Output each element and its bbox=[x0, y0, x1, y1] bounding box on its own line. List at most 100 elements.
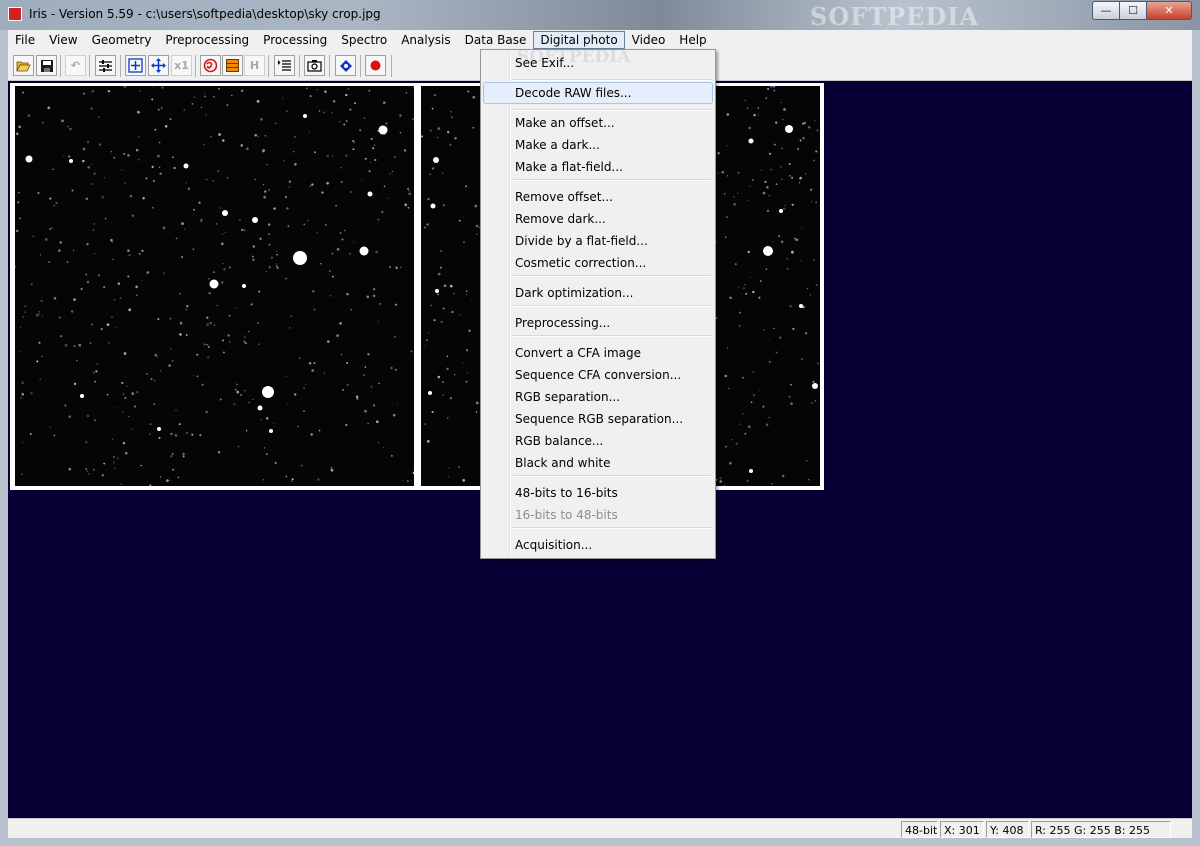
faint-star bbox=[179, 292, 181, 295]
record-button[interactable] bbox=[365, 55, 386, 76]
faint-star bbox=[475, 224, 479, 228]
star-image-left[interactable] bbox=[15, 86, 414, 486]
zoom-x1-button[interactable]: x1 bbox=[171, 55, 192, 76]
faint-star bbox=[402, 479, 404, 481]
faint-star bbox=[221, 233, 224, 236]
menu-video[interactable]: Video bbox=[625, 31, 673, 49]
menu-item-dark-optimization[interactable]: Dark optimization... bbox=[483, 282, 713, 304]
undo-button[interactable]: ↶ bbox=[65, 55, 86, 76]
menu-file[interactable]: File bbox=[8, 31, 42, 49]
grid-button[interactable] bbox=[222, 55, 243, 76]
menu-item-remove-offset[interactable]: Remove offset... bbox=[483, 186, 713, 208]
faint-star bbox=[257, 322, 259, 324]
minimize-button[interactable]: — bbox=[1092, 1, 1119, 20]
menu-item-black-and-white[interactable]: Black and white bbox=[483, 452, 713, 474]
menu-item-decode-raw-files[interactable]: Decode RAW files... bbox=[483, 82, 713, 104]
menu-item-sequence-rgb-separation[interactable]: Sequence RGB separation... bbox=[483, 408, 713, 430]
bright-star bbox=[748, 138, 754, 144]
menu-item-rgb-balance[interactable]: RGB balance... bbox=[483, 430, 713, 452]
faint-star bbox=[330, 467, 333, 469]
faint-star bbox=[203, 92, 205, 94]
faint-star bbox=[783, 108, 786, 111]
camera-icon bbox=[307, 60, 322, 72]
faint-star bbox=[447, 417, 449, 419]
open-button[interactable] bbox=[13, 55, 34, 76]
record-icon bbox=[370, 60, 381, 71]
faint-star bbox=[91, 323, 94, 326]
menu-item-convert-a-cfa-image[interactable]: Convert a CFA image bbox=[483, 342, 713, 364]
menu-spectro[interactable]: Spectro bbox=[334, 31, 394, 49]
menu-digital-photo[interactable]: Digital photo bbox=[533, 31, 625, 49]
faint-star bbox=[91, 89, 95, 93]
faint-star bbox=[725, 445, 727, 448]
faint-star bbox=[407, 187, 409, 190]
menu-item-sequence-cfa-conversion[interactable]: Sequence CFA conversion... bbox=[483, 364, 713, 386]
diamond-button[interactable] bbox=[335, 55, 356, 76]
faint-star bbox=[752, 371, 754, 373]
list-button[interactable] bbox=[274, 55, 295, 76]
faint-star bbox=[127, 275, 130, 278]
faint-star bbox=[264, 135, 267, 137]
maximize-button[interactable]: ☐ bbox=[1119, 1, 1146, 20]
app-icon[interactable] bbox=[8, 7, 22, 21]
faint-star bbox=[258, 343, 260, 345]
menu-item-rgb-separation[interactable]: RGB separation... bbox=[483, 386, 713, 408]
faint-star bbox=[450, 110, 452, 113]
faint-star bbox=[394, 336, 396, 338]
move-button[interactable] bbox=[148, 55, 169, 76]
faint-star bbox=[170, 348, 172, 350]
save-button[interactable] bbox=[36, 55, 57, 76]
zoom-button[interactable] bbox=[125, 55, 146, 76]
faint-star bbox=[95, 370, 98, 373]
faint-star bbox=[390, 366, 393, 370]
faint-star bbox=[448, 467, 450, 469]
faint-star bbox=[426, 440, 430, 443]
menu-preprocessing[interactable]: Preprocessing bbox=[158, 31, 256, 49]
close-button[interactable]: ✕ bbox=[1146, 1, 1192, 20]
menu-item-make-a-flat-field[interactable]: Make a flat-field... bbox=[483, 156, 713, 178]
menu-item-make-an-offset[interactable]: Make an offset... bbox=[483, 112, 713, 134]
status-x-coordinate: X: 301 bbox=[940, 821, 984, 838]
menu-item-acquisition[interactable]: Acquisition... bbox=[483, 534, 713, 556]
menu-item-see-exif[interactable]: See Exif... bbox=[483, 52, 713, 74]
menu-item-remove-dark[interactable]: Remove dark... bbox=[483, 208, 713, 230]
title-bar[interactable]: Iris - Version 5.59 - c:\users\softpedia… bbox=[0, 0, 1200, 31]
faint-star bbox=[275, 263, 278, 265]
faint-star bbox=[268, 266, 271, 269]
faint-star bbox=[407, 480, 409, 482]
menu-processing[interactable]: Processing bbox=[256, 31, 334, 49]
camera-button[interactable] bbox=[304, 55, 325, 76]
faint-star bbox=[340, 167, 342, 169]
menu-help[interactable]: Help bbox=[672, 31, 713, 49]
faint-star bbox=[465, 349, 469, 352]
faint-star bbox=[158, 141, 161, 144]
faint-star bbox=[433, 319, 436, 322]
menu-item-make-a-dark[interactable]: Make a dark... bbox=[483, 134, 713, 156]
faint-star bbox=[287, 225, 290, 227]
menu-item-divide-by-a-flat-field[interactable]: Divide by a flat-field... bbox=[483, 230, 713, 252]
faint-star bbox=[788, 175, 791, 177]
menu-geometry[interactable]: Geometry bbox=[85, 31, 159, 49]
menu-item-preprocessing[interactable]: Preprocessing... bbox=[483, 312, 713, 334]
swirl-button[interactable] bbox=[200, 55, 221, 76]
menu-item-cosmetic-correction[interactable]: Cosmetic correction... bbox=[483, 252, 713, 274]
faint-star bbox=[198, 201, 201, 204]
faint-star bbox=[352, 139, 355, 143]
faint-star bbox=[123, 86, 127, 88]
faint-star bbox=[364, 409, 367, 413]
menu-view[interactable]: View bbox=[42, 31, 84, 49]
menu-analysis[interactable]: Analysis bbox=[394, 31, 457, 49]
faint-star bbox=[780, 101, 782, 104]
faint-star bbox=[323, 372, 325, 374]
menu-data-base[interactable]: Data Base bbox=[458, 31, 534, 49]
faint-star bbox=[122, 441, 126, 445]
faint-star bbox=[815, 201, 818, 204]
faint-star bbox=[113, 455, 115, 458]
histogram-button[interactable]: H bbox=[244, 55, 265, 76]
faint-star bbox=[153, 403, 156, 406]
faint-star bbox=[206, 343, 209, 346]
bright-star bbox=[763, 246, 773, 256]
settings-button[interactable] bbox=[95, 55, 116, 76]
menu-item-48-bits-to-16-bits[interactable]: 48-bits to 16-bits bbox=[483, 482, 713, 504]
faint-star bbox=[303, 387, 306, 390]
